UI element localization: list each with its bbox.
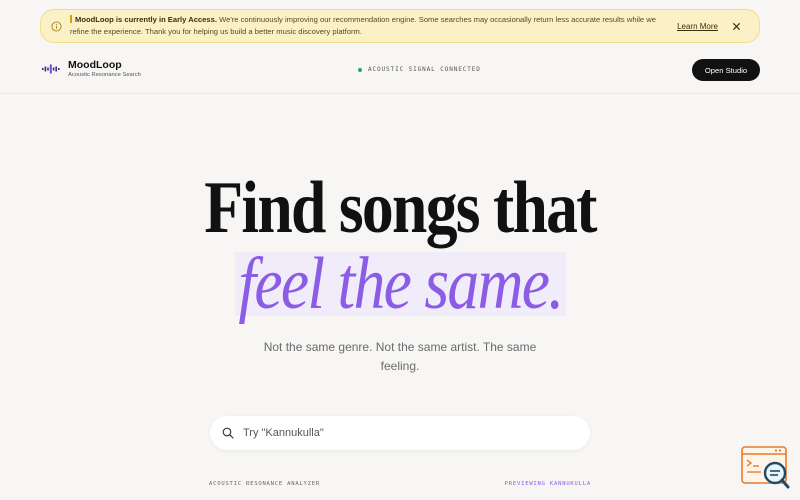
brand-text: MoodLoop Acoustic Resonance Search <box>68 59 141 79</box>
top-nav: MoodLoop Acoustic Resonance Search ACOUS… <box>0 50 800 94</box>
search-input[interactable] <box>243 427 578 439</box>
status-dot-icon <box>358 67 362 72</box>
open-studio-button[interactable]: Open Studio <box>692 59 760 81</box>
info-icon <box>51 20 62 32</box>
brand-tagline: Acoustic Resonance Search <box>68 72 141 78</box>
banner-bold-text: MoodLoop is currently in Early Access. <box>75 14 217 24</box>
waveform-logo-icon <box>42 64 60 74</box>
hero-title-line1: Find songs that <box>204 167 597 249</box>
brand-name: MoodLoop <box>68 59 122 71</box>
search-bar[interactable] <box>210 416 590 450</box>
search-icon <box>222 427 234 439</box>
status-text: ACOUSTIC SIGNAL CONNECTED <box>368 66 481 73</box>
close-icon[interactable] <box>732 22 741 31</box>
banner-message: MoodLoop is currently in Early Access. W… <box>70 14 659 39</box>
brand[interactable]: MoodLoop Acoustic Resonance Search <box>42 59 141 79</box>
previewing-label: PREVIEWING KANNUKULLA <box>504 481 591 487</box>
hero-title-line2: feel the same. <box>234 242 566 326</box>
terminal-search-icon[interactable] <box>741 446 791 490</box>
learn-more-link[interactable]: Learn More <box>677 22 718 31</box>
early-access-banner: MoodLoop is currently in Early Access. W… <box>40 9 760 43</box>
hero-title-line2-wrap: feel the same. <box>0 242 800 326</box>
connection-status: ACOUSTIC SIGNAL CONNECTED <box>358 66 481 73</box>
banner-accent-bar <box>70 14 72 23</box>
analyzer-label: ACOUSTIC RESONANCE ANALYZER <box>209 481 321 487</box>
hero-subtitle: Not the same genre. Not the same artist.… <box>263 340 537 373</box>
